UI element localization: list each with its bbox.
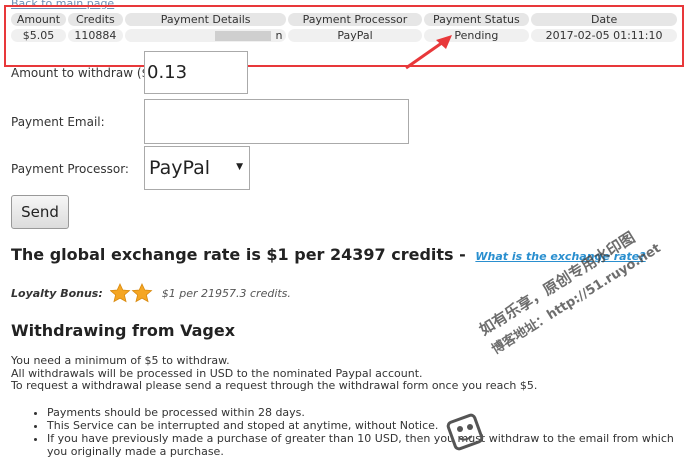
list-item: Payments should be processed within 28 d…: [47, 406, 687, 419]
amount-label: Amount to withdraw ($):: [11, 66, 158, 80]
watermark-line-1: 如有乐享，原创专用水印图: [476, 228, 639, 339]
exchange-rate-text: The global exchange rate is $1 per 24397…: [11, 245, 466, 264]
withdraw-info: You need a minimum of $5 to withdraw. Al…: [11, 354, 538, 393]
email-label: Payment Email:: [11, 115, 105, 129]
loyalty-value: $1 per 21957.3 credits.: [161, 287, 291, 300]
exchange-rate-line: The global exchange rate is $1 per 24397…: [11, 245, 646, 264]
highlight-annotation-box: [4, 5, 684, 67]
withdraw-rules-list: Payments should be processed within 28 d…: [29, 406, 687, 458]
amount-input[interactable]: 0.13: [144, 51, 248, 94]
loyalty-stars-icon: [110, 283, 153, 303]
dropdown-arrow-icon: ▼: [236, 162, 243, 172]
list-item: If you have previously made a purchase o…: [47, 432, 687, 458]
loyalty-bonus: Loyalty Bonus: $1 per 21957.3 credits.: [11, 283, 291, 303]
list-item: This Service can be interrupted and stop…: [47, 419, 687, 432]
processor-selected-value: PayPal: [149, 157, 211, 179]
processor-label: Payment Processor:: [11, 162, 129, 176]
watermark-mascot-icon: [446, 413, 484, 451]
loyalty-label: Loyalty Bonus:: [11, 287, 103, 300]
email-input[interactable]: [144, 99, 409, 144]
info-line: To request a withdrawal please send a re…: [11, 379, 538, 392]
info-line: You need a minimum of $5 to withdraw.: [11, 354, 230, 367]
send-button[interactable]: Send: [11, 195, 69, 229]
withdraw-section-title: Withdrawing from Vagex: [11, 321, 236, 340]
annotation-arrow-icon: [405, 35, 452, 70]
processor-select[interactable]: PayPal ▼: [144, 146, 250, 190]
